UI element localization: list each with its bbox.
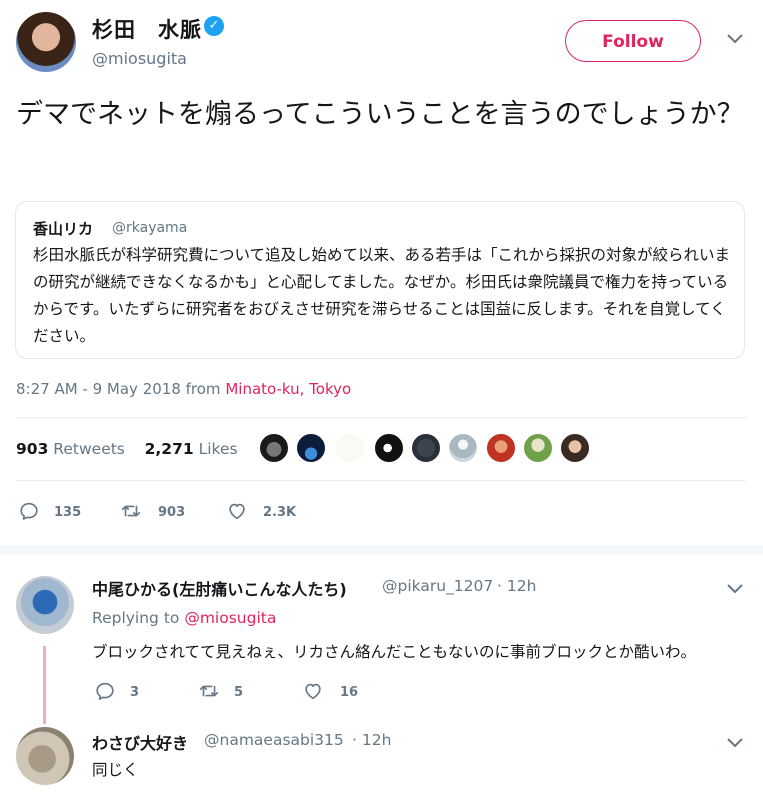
reply-action[interactable]: 3: [94, 680, 139, 702]
reply-action[interactable]: 135: [18, 500, 81, 522]
heart-icon: [229, 503, 245, 520]
liker-avatar[interactable]: [258, 432, 290, 464]
reply-icon: [96, 682, 114, 700]
reply-count: 3: [130, 685, 140, 700]
reply-author-avatar[interactable]: [16, 576, 74, 634]
heart-icon: [305, 683, 321, 700]
reply-author-name[interactable]: わさび大好き: [92, 730, 188, 754]
author-avatar[interactable]: [16, 12, 76, 72]
retweet-icon: [199, 685, 219, 697]
retweet-action[interactable]: 903: [120, 500, 185, 522]
reply-text: 同じく: [92, 761, 139, 779]
chevron-down-icon[interactable]: [726, 30, 744, 49]
likes-count[interactable]: 2,271: [145, 440, 194, 458]
replying-to-label: Replying to: [92, 609, 180, 627]
reply-time[interactable]: · 12h: [352, 731, 391, 749]
reply-author-name[interactable]: 中尾ひかる(左肘痛いこんな人たち): [92, 576, 347, 600]
liker-avatar[interactable]: [373, 432, 405, 464]
divider: [16, 480, 746, 481]
replying-to: Replying to @miosugita: [92, 609, 276, 627]
reply-author-handle[interactable]: @pikaru_1207: [382, 577, 493, 595]
like-action[interactable]: 16: [302, 680, 358, 702]
quote-text: 杉田水脈氏が科学研究費について追及し始めて以来、ある若手は「これから採択の対象が…: [33, 246, 731, 345]
liker-avatar[interactable]: [559, 432, 591, 464]
reply-author-handle[interactable]: @namaeasabi315: [204, 731, 344, 749]
likes-label[interactable]: Likes: [199, 440, 238, 458]
tweet-metadata: 8:27 AM - 9 May 2018 from Minato-ku, Tok…: [16, 380, 351, 398]
liker-avatar[interactable]: [522, 432, 554, 464]
quoted-tweet[interactable]: 香山リカ @rkayama 杉田水脈氏が科学研究費について追及し始めて以来、ある…: [15, 201, 745, 359]
quote-author-name: 香山リカ: [33, 220, 94, 238]
liker-avatar[interactable]: [295, 432, 327, 464]
liker-avatar[interactable]: [485, 432, 517, 464]
author-name[interactable]: 杉田 水脈: [92, 14, 202, 44]
tweet-timestamp[interactable]: 8:27 AM - 9 May 2018 from: [16, 380, 221, 398]
thread-line: [43, 646, 46, 724]
author-handle[interactable]: @miosugita: [92, 49, 187, 68]
verified-badge-icon: ✓: [204, 16, 224, 36]
retweets-count[interactable]: 903: [16, 440, 48, 458]
reply-count: 135: [54, 505, 82, 520]
reply-icon: [20, 502, 38, 520]
tweet-text: デマでネットを煽るってこういうことを言うのでしょうか？: [16, 99, 744, 130]
follow-button[interactable]: Follow: [565, 20, 701, 62]
retweet-count: 5: [234, 685, 244, 700]
quote-author-handle: @rkayama: [112, 220, 188, 236]
liker-avatar[interactable]: [410, 432, 442, 464]
liker-avatar[interactable]: [334, 432, 366, 464]
like-count: 2.3K: [263, 505, 297, 520]
like-count: 16: [340, 685, 359, 700]
tweet-location[interactable]: Minato-ku, Tokyo: [225, 380, 351, 398]
chevron-down-icon[interactable]: [726, 580, 744, 599]
liker-avatar[interactable]: [447, 432, 479, 464]
reply-text: ブロックされてて見えねぇ、リカさん絡んだこともないのに事前ブロックとか酷いわ。: [92, 643, 697, 661]
engagement-stats: 903 Retweets 2,271 Likes: [16, 440, 238, 458]
replying-to-handle[interactable]: @miosugita: [184, 609, 276, 627]
like-action[interactable]: 2.3K: [226, 500, 296, 522]
section-divider: [0, 545, 763, 555]
retweet-action[interactable]: 5: [198, 680, 243, 702]
retweet-icon: [121, 505, 141, 517]
retweet-count: 903: [158, 505, 186, 520]
chevron-down-icon[interactable]: [726, 734, 744, 753]
retweets-label[interactable]: Retweets: [53, 440, 125, 458]
reply-time[interactable]: · 12h: [497, 577, 536, 595]
divider: [16, 417, 746, 418]
reply-author-avatar[interactable]: [16, 727, 74, 785]
